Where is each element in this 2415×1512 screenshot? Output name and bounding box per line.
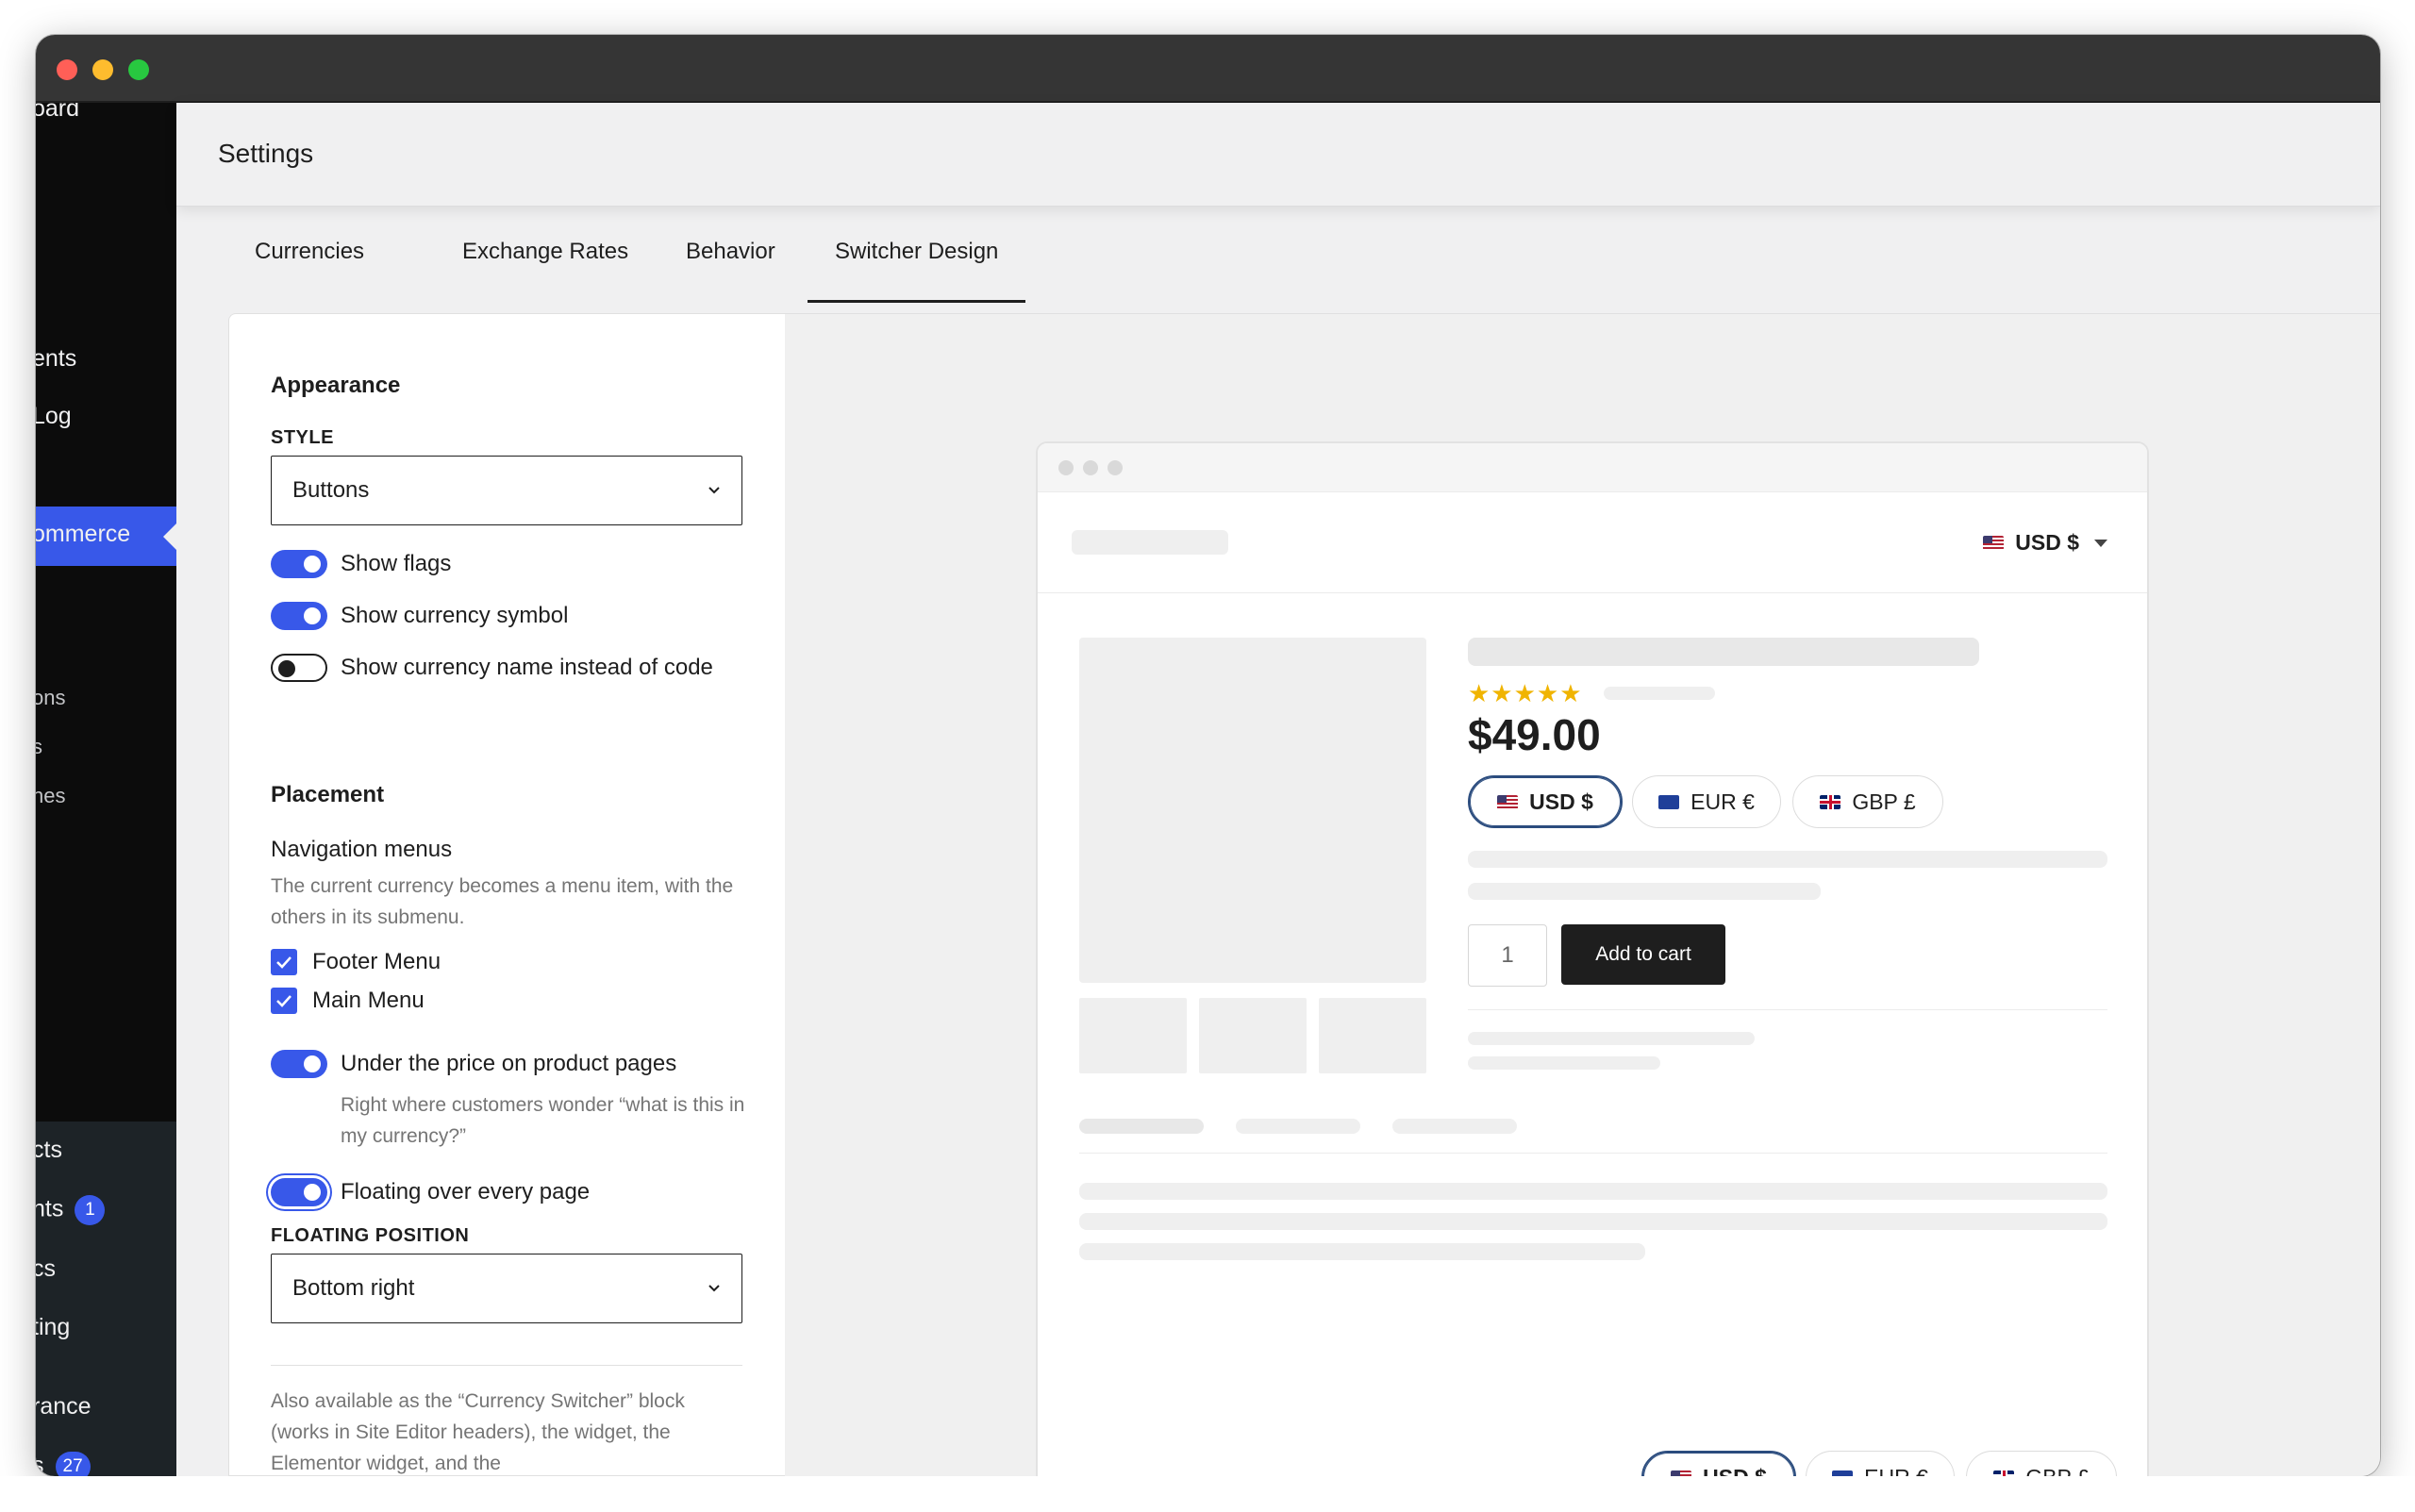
tab-switcher-design[interactable]: Switcher Design <box>807 205 1026 322</box>
checkmark-icon <box>276 995 291 1007</box>
eu-flag-icon <box>1658 794 1680 809</box>
minimize-window-button[interactable] <box>92 59 113 80</box>
show-currency-symbol-label: Show currency symbol <box>341 603 569 628</box>
under-price-row: Under the price on product pages <box>271 1048 676 1080</box>
zoom-window-button[interactable] <box>128 59 149 80</box>
page-header: Settings <box>176 103 2380 207</box>
sidebar-item-payments[interactable]: nts 1 <box>36 1195 106 1225</box>
show-flags-label: Show flags <box>341 551 452 576</box>
floating-position-label: FLOATING POSITION <box>271 1225 470 1246</box>
storefront-preview: USD $ ★★★★★ $49.00 USD $ EUR € GBP £ 1 A… <box>1036 441 2149 1498</box>
header-currency-switcher[interactable]: USD $ <box>1983 530 2107 556</box>
under-price-label: Under the price on product pages <box>341 1051 677 1076</box>
sidebar-item-analytics[interactable]: cs <box>36 1255 56 1283</box>
show-symbol-row: Show currency symbol <box>271 600 568 632</box>
navigation-menus-help: The current currency becomes a menu item… <box>271 875 734 928</box>
show-flags-toggle[interactable] <box>271 550 327 578</box>
availability-note: Also available as the “Currency Switcher… <box>271 1390 685 1474</box>
sidebar-subitem-themes[interactable]: nes <box>36 784 65 808</box>
chevron-down-icon <box>708 487 720 494</box>
style-select[interactable]: Buttons <box>271 456 742 525</box>
floating-label: Floating over every page <box>341 1179 591 1205</box>
currency-button-eur[interactable]: EUR € <box>1632 775 1781 828</box>
currency-button-gbp[interactable]: GBP £ <box>1792 775 1943 828</box>
page-title: Settings <box>218 139 314 168</box>
appearance-heading: Appearance <box>271 373 401 398</box>
sidebar-item-products[interactable]: cts <box>36 1137 62 1164</box>
thumb-placeholder <box>1079 998 1187 1073</box>
show-flags-row: Show flags <box>271 548 451 580</box>
show-currency-name-toggle[interactable] <box>271 654 327 682</box>
title-bar <box>36 35 2380 103</box>
product-image-placeholder <box>1079 638 1426 983</box>
floating-row: Floating over every page <box>271 1176 590 1208</box>
count-badge: 1 <box>75 1195 106 1225</box>
mock-logo-placeholder <box>1072 530 1228 555</box>
count-badge: 27 <box>55 1452 91 1476</box>
settings-panel: Appearance STYLE Buttons Show flags Show… <box>228 313 785 1476</box>
sidebar-item-dashboard[interactable]: oard <box>36 103 79 123</box>
chevron-down-icon <box>2094 539 2107 547</box>
tab-behavior[interactable]: Behavior <box>686 205 775 322</box>
product-price: $49.00 <box>1468 710 1601 759</box>
product-title-placeholder <box>1468 638 1979 666</box>
thumb-placeholder <box>1319 998 1426 1073</box>
floating-position-select[interactable]: Bottom right <box>271 1254 742 1323</box>
navigation-menus-heading: Navigation menus <box>271 837 453 862</box>
close-window-button[interactable] <box>57 59 77 80</box>
us-flag-icon <box>1497 794 1519 809</box>
style-select-value: Buttons <box>292 477 370 503</box>
main-menu-checkbox[interactable] <box>271 988 297 1014</box>
show-name-row: Show currency name instead of code <box>271 652 713 684</box>
sidebar-item-plugins[interactable]: s 27 <box>36 1452 91 1476</box>
tab-currencies[interactable]: Currencies <box>255 205 364 322</box>
mock-browser-bar <box>1038 443 2147 492</box>
thumb-placeholder <box>1199 998 1307 1073</box>
show-currency-symbol-toggle[interactable] <box>271 602 327 630</box>
rating-stars: ★★★★★ <box>1468 679 1583 707</box>
currency-button-usd[interactable]: USD $ <box>1468 775 1623 828</box>
footer-menu-checkbox[interactable] <box>271 949 297 975</box>
floating-position-value: Bottom right <box>292 1275 415 1301</box>
chevron-down-icon <box>708 1285 720 1292</box>
main-menu-row: Main Menu <box>271 987 425 1015</box>
sidebar-item-woocommerce[interactable]: ommerce <box>36 521 130 548</box>
placement-heading: Placement <box>271 782 385 807</box>
floating-toggle[interactable] <box>271 1178 327 1206</box>
sidebar-subitem-status[interactable]: s <box>36 735 42 759</box>
footer-menu-label: Footer Menu <box>312 949 441 974</box>
us-flag-icon <box>1983 536 2005 550</box>
tab-exchange-rates[interactable]: Exchange Rates <box>462 205 628 322</box>
under-price-toggle[interactable] <box>271 1050 327 1078</box>
style-label: STYLE <box>271 427 334 448</box>
admin-sidebar: oard ents Log ommerce ons s nes cts nts 1… <box>36 103 176 1476</box>
checkmark-icon <box>276 956 291 969</box>
add-to-cart-button[interactable]: Add to cart <box>1561 924 1725 985</box>
sidebar-subitem-extensions[interactable]: ons <box>36 686 65 710</box>
under-price-help: Right where customers wonder “what is th… <box>341 1094 745 1147</box>
sidebar-item-marketing[interactable]: ting <box>36 1314 70 1341</box>
main-menu-label: Main Menu <box>312 988 425 1013</box>
sidebar-item-log[interactable]: Log <box>36 403 72 430</box>
quantity-input[interactable]: 1 <box>1468 924 1547 987</box>
section-divider <box>271 1365 742 1366</box>
footer-menu-row: Footer Menu <box>271 948 441 976</box>
show-currency-name-label: Show currency name instead of code <box>341 655 713 680</box>
active-arrow <box>163 523 176 550</box>
gb-flag-icon <box>1820 794 1841 809</box>
sidebar-item-appearance[interactable]: rance <box>36 1393 92 1421</box>
sidebar-item-comments[interactable]: ents <box>36 345 76 373</box>
